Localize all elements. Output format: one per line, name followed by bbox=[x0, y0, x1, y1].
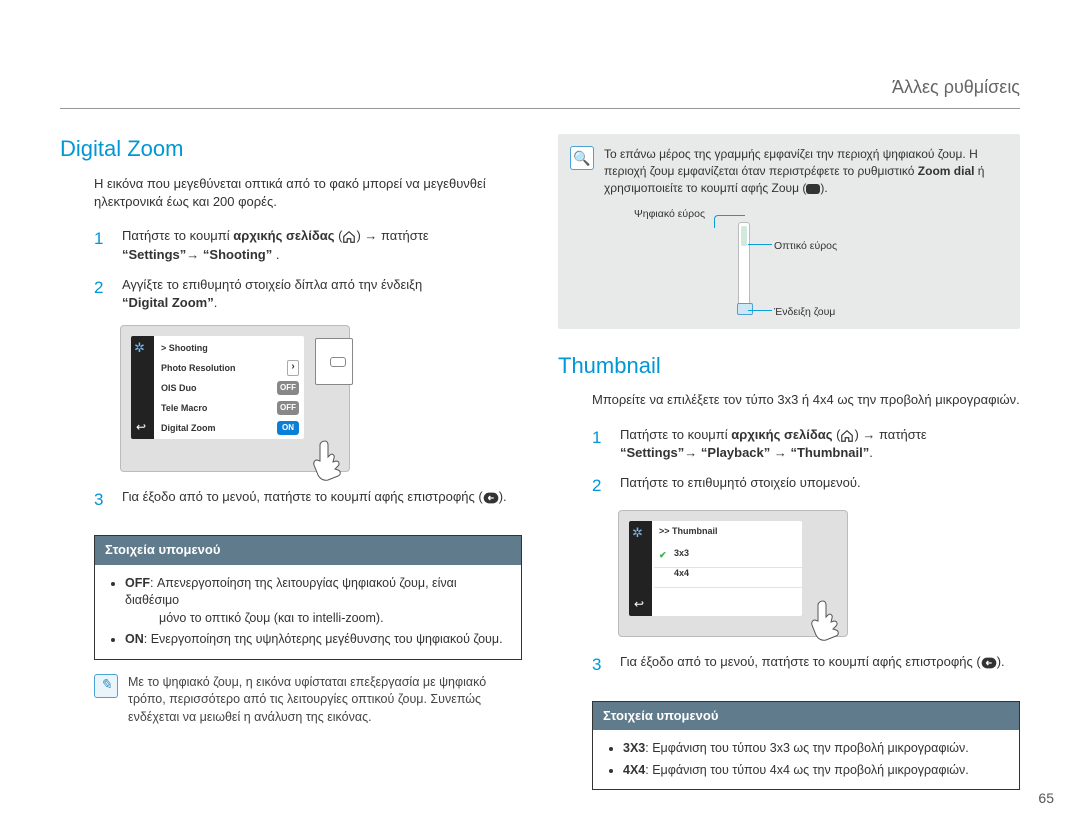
section-title-digital-zoom: Digital Zoom bbox=[60, 134, 522, 165]
return-icon bbox=[981, 654, 997, 672]
option-3x3: ✔3x3 bbox=[659, 547, 689, 560]
submenu-item-on: ON: Ενεργοποίηση της υψηλότερης μεγέθυνσ… bbox=[125, 631, 511, 649]
step-number: 1 bbox=[94, 227, 112, 264]
gear-icon: ✲ bbox=[632, 524, 643, 542]
back-icon: ↩ bbox=[136, 419, 146, 436]
right-column: 🔍 Το επάνω μέρος της γραμμής εμφανίζει τ… bbox=[558, 134, 1020, 804]
note-box: ✎ Με το ψηφιακό ζουμ, η εικόνα υφίσταται… bbox=[94, 674, 522, 727]
camera-screen-shooting: ✲ ↩ > Shooting Photo Resolution› OIS Duo… bbox=[120, 325, 350, 472]
step-2: 2 Πατήστε το επιθυμητό στοιχείο υπομενού… bbox=[592, 468, 1020, 504]
step-1: 1 Πατήστε το κουμπί αρχικής σελίδας () →… bbox=[94, 221, 522, 270]
page-header: Άλλες ρυθμίσεις bbox=[60, 75, 1020, 109]
step-number: 3 bbox=[592, 653, 610, 677]
chevron-right-icon: › bbox=[287, 360, 299, 376]
magnifier-icon: 🔍 bbox=[570, 146, 594, 170]
hand-pointer-icon bbox=[803, 591, 853, 656]
submenu-item-off: OFF: Απενεργοποίηση της λειτουργίας ψηφι… bbox=[125, 575, 511, 628]
back-icon: ↩ bbox=[634, 596, 644, 613]
toggle-on: ON bbox=[277, 421, 299, 435]
step-number: 3 bbox=[94, 488, 112, 512]
step-number: 1 bbox=[592, 426, 610, 463]
toggle-off: OFF bbox=[277, 381, 299, 395]
zoom-range-figure: Ψηφιακό εύρος Οπτικό εύρος Ένδειξη ζουμ bbox=[604, 207, 1008, 317]
submenu-item-4x4: 4X4: Εμφάνιση του τύπου 4x4 ως την προβο… bbox=[623, 762, 1009, 780]
hand-pointer-icon bbox=[305, 431, 355, 491]
home-icon bbox=[840, 426, 854, 444]
info-callout: 🔍 Το επάνω μέρος της γραμμής εμφανίζει τ… bbox=[558, 134, 1020, 328]
step-number: 2 bbox=[592, 474, 610, 498]
submenu-box: Στοιχεία υπομενού OFF: Απενεργοποίηση τη… bbox=[94, 535, 522, 659]
zoom-button-icon bbox=[806, 184, 820, 194]
return-icon bbox=[483, 488, 499, 506]
note-icon: ✎ bbox=[94, 674, 118, 698]
gear-icon: ✲ bbox=[134, 339, 145, 357]
toggle-off: OFF bbox=[277, 401, 299, 415]
step-number: 2 bbox=[94, 276, 112, 312]
submenu-item-3x3: 3X3: Εμφάνιση του τύπου 3x3 ως την προβο… bbox=[623, 740, 1009, 758]
intro-text: Η εικόνα που μεγεθύνεται οπτικά από το φ… bbox=[60, 175, 522, 211]
checkmark-icon: ✔ bbox=[659, 549, 669, 559]
section-title-thumbnail: Thumbnail bbox=[558, 351, 1020, 382]
option-4x4: 4x4 bbox=[659, 567, 689, 580]
submenu-box: Στοιχεία υπομενού 3X3: Εμφάνιση του τύπο… bbox=[592, 701, 1020, 790]
breadcrumb: Άλλες ρυθμίσεις bbox=[892, 77, 1020, 97]
step-2: 2 Αγγίξτε το επιθυμητό στοιχείο δίπλα απ… bbox=[94, 270, 522, 318]
intro-text: Μπορείτε να επιλέξετε τον τύπο 3x3 ή 4x4… bbox=[558, 391, 1020, 409]
left-column: Digital Zoom Η εικόνα που μεγεθύνεται οπ… bbox=[60, 134, 522, 804]
zoom-lever-icon bbox=[315, 338, 353, 385]
step-1: 1 Πατήστε το κουμπί αρχικής σελίδας () →… bbox=[592, 420, 1020, 469]
page-number: 65 bbox=[1038, 789, 1054, 809]
home-icon bbox=[342, 228, 356, 246]
camera-screen-thumbnail: ✲ ↩ >> Thumbnail ✔3x3 4x4 bbox=[618, 510, 848, 637]
